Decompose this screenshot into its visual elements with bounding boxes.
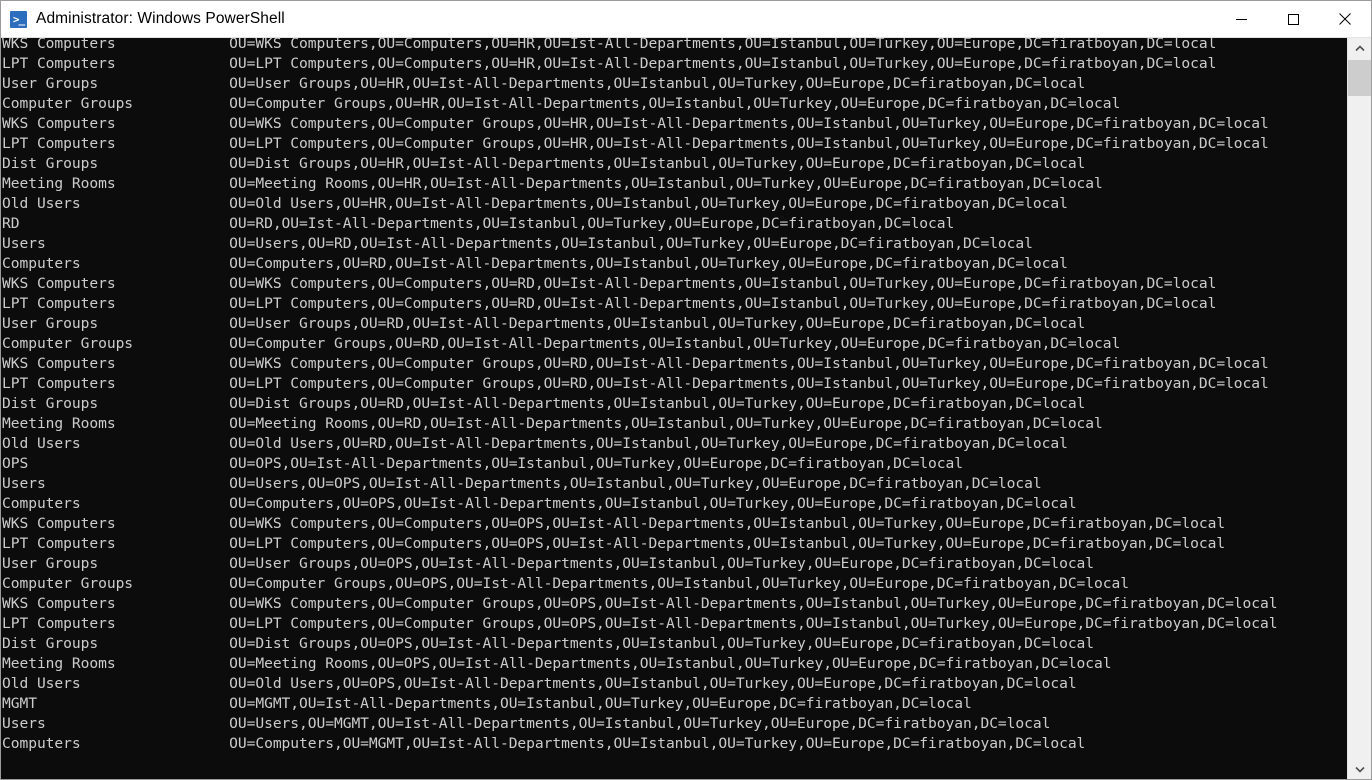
console-output-area[interactable]: WKS Computers OU=WKS Computers,OU=Comput… — [1, 38, 1371, 779]
close-button[interactable] — [1319, 1, 1371, 38]
console-text-buffer: WKS Computers OU=WKS Computers,OU=Comput… — [2, 38, 1348, 754]
console-line: Dist Groups OU=Dist Groups,OU=OPS,OU=Ist… — [2, 635, 1095, 652]
console-line: Old Users OU=Old Users,OU=HR,OU=Ist-All-… — [2, 195, 1068, 212]
console-line: Computers OU=Computers,OU=MGMT,OU=Ist-Al… — [2, 735, 1086, 752]
console-line: LPT Computers OU=LPT Computers,OU=Comput… — [2, 375, 1269, 392]
chevron-down-icon — [1355, 766, 1365, 773]
console-line: WKS Computers OU=WKS Computers,OU=Comput… — [2, 595, 1278, 612]
console-scrollbar[interactable] — [1347, 38, 1371, 779]
console-line: User Groups OU=User Groups,OU=OPS,OU=Ist… — [2, 555, 1095, 572]
console-line: WKS Computers OU=WKS Computers,OU=Comput… — [2, 275, 1217, 292]
console-line: Meeting Rooms OU=Meeting Rooms,OU=RD,OU=… — [2, 415, 1103, 432]
console-line: Old Users OU=Old Users,OU=OPS,OU=Ist-All… — [2, 675, 1077, 692]
console-line: Meeting Rooms OU=Meeting Rooms,OU=HR,OU=… — [2, 175, 1103, 192]
powershell-icon: >_ — [10, 10, 27, 28]
console-line: Old Users OU=Old Users,OU=RD,OU=Ist-All-… — [2, 435, 1068, 452]
title-bar[interactable]: >_ Administrator: Windows PowerShell — [1, 1, 1371, 38]
maximize-icon — [1287, 13, 1299, 25]
chevron-up-icon — [1355, 44, 1365, 51]
console-line: Computers OU=Computers,OU=RD,OU=Ist-All-… — [2, 255, 1068, 272]
console-line: Dist Groups OU=Dist Groups,OU=RD,OU=Ist-… — [2, 395, 1086, 412]
console-line: LPT Computers OU=LPT Computers,OU=Comput… — [2, 615, 1278, 632]
scrollbar-down-button[interactable] — [1348, 759, 1371, 779]
console-line: WKS Computers OU=WKS Computers,OU=Comput… — [2, 115, 1269, 132]
scrollbar-track[interactable] — [1348, 58, 1371, 759]
powershell-icon-glyph: >_ — [12, 12, 25, 26]
console-line: Users OU=Users,OU=RD,OU=Ist-All-Departme… — [2, 235, 1033, 252]
console-line: OPS OU=OPS,OU=Ist-All-Departments,OU=Ist… — [2, 455, 963, 472]
console-line: Computer Groups OU=Computer Groups,OU=OP… — [2, 575, 1129, 592]
maximize-button[interactable] — [1267, 1, 1319, 38]
console-line: LPT Computers OU=LPT Computers,OU=Comput… — [2, 135, 1269, 152]
scrollbar-up-button[interactable] — [1348, 38, 1371, 58]
console-line: User Groups OU=User Groups,OU=HR,OU=Ist-… — [2, 75, 1086, 92]
console-line: Meeting Rooms OU=Meeting Rooms,OU=OPS,OU… — [2, 655, 1112, 672]
console-line: User Groups OU=User Groups,OU=RD,OU=Ist-… — [2, 315, 1086, 332]
minimize-icon — [1235, 18, 1247, 20]
console-line: RD OU=RD,OU=Ist-All-Departments,OU=Istan… — [2, 215, 955, 232]
minimize-button[interactable] — [1215, 1, 1267, 38]
console-line: WKS Computers OU=WKS Computers,OU=Comput… — [2, 38, 1217, 52]
console-line: MGMT OU=MGMT,OU=Ist-All-Departments,OU=I… — [2, 695, 972, 712]
console-line: LPT Computers OU=LPT Computers,OU=Comput… — [2, 295, 1217, 312]
console-line: LPT Computers OU=LPT Computers,OU=Comput… — [2, 55, 1217, 72]
window-controls — [1215, 1, 1371, 38]
powershell-window: >_ Administrator: Windows PowerShell WKS… — [0, 0, 1372, 780]
console-line: LPT Computers OU=LPT Computers,OU=Comput… — [2, 535, 1226, 552]
console-line: Computer Groups OU=Computer Groups,OU=HR… — [2, 95, 1121, 112]
console-line: Users OU=Users,OU=OPS,OU=Ist-All-Departm… — [2, 475, 1042, 492]
console-line: Computer Groups OU=Computer Groups,OU=RD… — [2, 335, 1121, 352]
close-icon — [1339, 13, 1351, 25]
console-line: Computers OU=Computers,OU=OPS,OU=Ist-All… — [2, 495, 1077, 512]
console-line: WKS Computers OU=WKS Computers,OU=Comput… — [2, 515, 1226, 532]
console-line: WKS Computers OU=WKS Computers,OU=Comput… — [2, 355, 1269, 372]
console-line: Dist Groups OU=Dist Groups,OU=HR,OU=Ist-… — [2, 155, 1086, 172]
window-title: Administrator: Windows PowerShell — [36, 10, 285, 27]
console-line: Users OU=Users,OU=MGMT,OU=Ist-All-Depart… — [2, 715, 1051, 732]
scrollbar-thumb[interactable] — [1348, 60, 1371, 96]
